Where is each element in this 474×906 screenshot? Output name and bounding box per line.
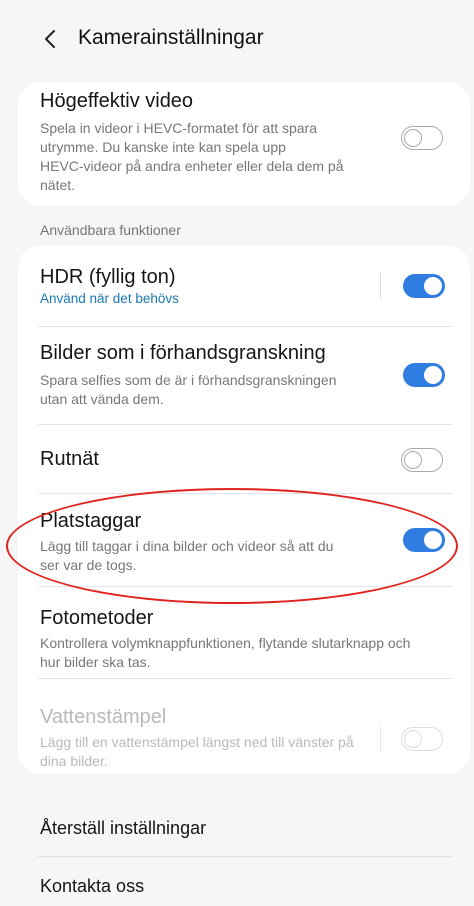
page-title: Kamerainställningar xyxy=(78,26,264,49)
hdr-toggle[interactable] xyxy=(403,274,445,298)
contact-us-item[interactable]: Kontakta oss xyxy=(40,876,144,897)
shooting-methods-title: Fotometoder xyxy=(40,607,154,629)
hdr-title: HDR (fyllig ton) xyxy=(40,266,176,288)
divider xyxy=(38,856,452,857)
preview-title: Bilder som i förhandsgranskning xyxy=(40,342,326,364)
hevc-card: Högeffektiv video Spela in videor i HEVC… xyxy=(18,82,470,206)
hdr-setting-row[interactable]: HDR (fyllig ton) Använd när det behövs xyxy=(18,246,470,326)
hevc-desc-line: utrymme. Du kanske inte kan spela upp xyxy=(40,139,286,155)
grid-setting-row[interactable]: Rutnät xyxy=(18,425,470,493)
toggle-knob xyxy=(403,450,422,469)
location-desc-line: Lägg till taggar i dina bilder och video… xyxy=(40,538,334,554)
hevc-desc-line: Spela in videor i HEVC-formatet för att … xyxy=(40,120,318,136)
preview-toggle[interactable] xyxy=(403,363,445,387)
toggle-knob xyxy=(424,366,442,384)
toggle-knob xyxy=(403,128,422,147)
preview-description: Spara selfies som de är i förhandsgransk… xyxy=(40,371,385,409)
hevc-setting-row[interactable]: Högeffektiv video Spela in videor i HEVC… xyxy=(18,82,470,206)
location-tags-description: Lägg till taggar i dina bilder och video… xyxy=(40,537,385,575)
shooting-methods-description: Kontrollera volymknappfunktionen, flytan… xyxy=(40,634,460,672)
toggle-knob xyxy=(424,531,442,549)
shooting-methods-row[interactable]: Fotometoder Kontrollera volymknappfunkti… xyxy=(18,587,470,677)
hevc-toggle[interactable] xyxy=(401,126,443,150)
hevc-title: Högeffektiv video xyxy=(40,90,194,112)
chevron-left-icon xyxy=(45,30,55,48)
preview-setting-row[interactable]: Bilder som i förhandsgranskning Spara se… xyxy=(18,327,470,423)
vertical-separator xyxy=(380,273,381,299)
preview-desc-line: Spara selfies som de är i förhandsgransk… xyxy=(40,372,337,388)
vertical-separator xyxy=(380,726,381,752)
preview-desc-line: utan att vända dem. xyxy=(40,391,164,407)
grid-toggle[interactable] xyxy=(401,448,443,472)
location-tags-title: Platstaggar xyxy=(40,510,142,532)
hevc-desc-line: nätet. xyxy=(40,177,76,193)
watermark-toggle xyxy=(401,727,443,751)
app-header: Kamerainställningar xyxy=(0,0,474,78)
section-label: Användbara funktioner xyxy=(40,222,181,238)
grid-title: Rutnät xyxy=(40,448,99,470)
location-desc-line: ser var de togs. xyxy=(40,557,137,573)
hevc-desc-line: HEVC-videor på andra enheter eller dela … xyxy=(40,158,344,174)
shooting-desc-line: hur bilder ska tas. xyxy=(40,654,151,670)
watermark-desc-line: Lägg till en vattenstämpel längst ned ti… xyxy=(40,734,354,750)
location-tags-setting-row[interactable]: Platstaggar Lägg till taggar i dina bild… xyxy=(18,494,470,586)
toggle-knob xyxy=(403,729,422,748)
toggle-knob xyxy=(424,277,442,295)
hevc-description: Spela in videor i HEVC-formatet för att … xyxy=(40,119,385,195)
watermark-title: Vattenstämpel xyxy=(40,706,167,728)
shooting-desc-line: Kontrollera volymknappfunktionen, flytan… xyxy=(40,635,411,651)
features-card: HDR (fyllig ton) Använd när det behövs B… xyxy=(18,246,470,774)
back-button[interactable] xyxy=(38,26,64,52)
hdr-subtitle: Använd när det behövs xyxy=(40,291,179,306)
reset-settings-item[interactable]: Återställ inställningar xyxy=(40,818,206,839)
watermark-description: Lägg till en vattenstämpel längst ned ti… xyxy=(40,733,385,771)
watermark-desc-line: dina bilder. xyxy=(40,753,108,769)
watermark-setting-row: Vattenstämpel Lägg till en vattenstämpel… xyxy=(18,679,470,774)
location-tags-toggle[interactable] xyxy=(403,528,445,552)
